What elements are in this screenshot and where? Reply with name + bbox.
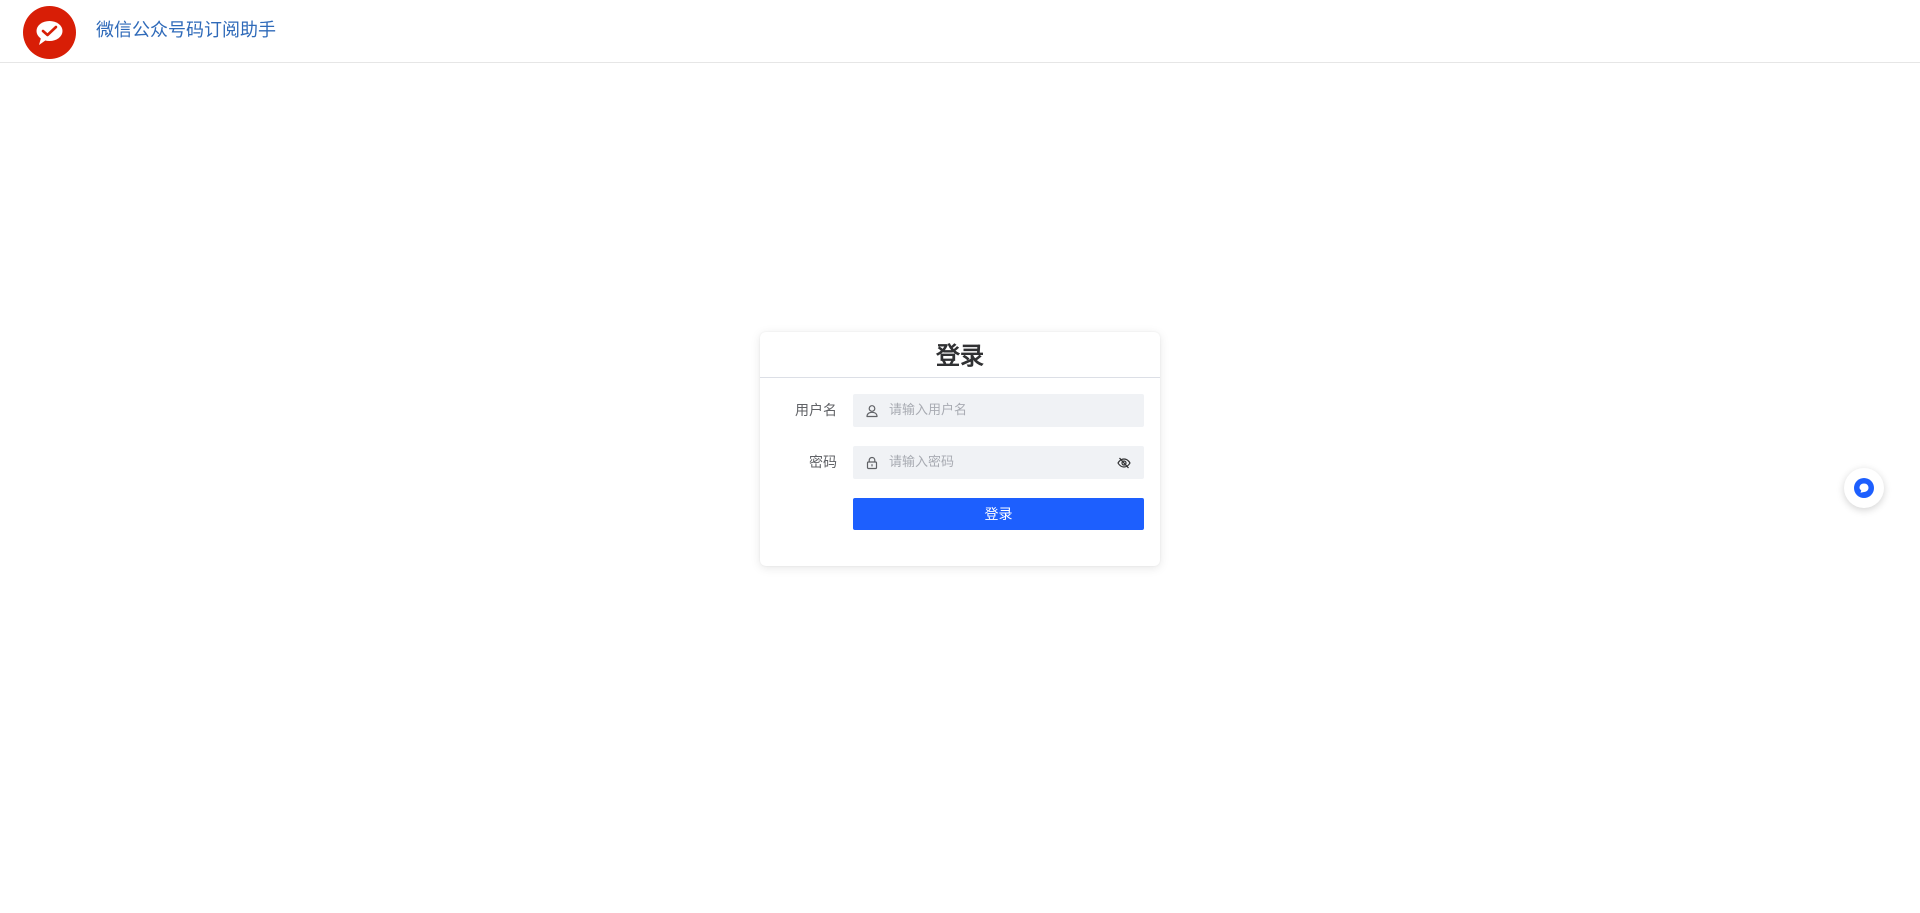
chat-bubble-icon bbox=[1854, 478, 1874, 498]
wechat-logo-icon bbox=[36, 21, 63, 45]
app-logo[interactable] bbox=[23, 6, 76, 59]
username-label: 用户名 bbox=[795, 403, 837, 419]
username-field[interactable] bbox=[853, 394, 1144, 427]
password-label: 密码 bbox=[809, 455, 837, 471]
user-icon bbox=[866, 405, 878, 418]
login-button[interactable]: 登录 bbox=[853, 498, 1144, 530]
login-card: 登录 用户名 密码 登录 bbox=[760, 332, 1160, 566]
login-card-header: 登录 bbox=[760, 332, 1160, 378]
floating-chat-button[interactable] bbox=[1844, 468, 1884, 508]
username-input[interactable] bbox=[889, 394, 1109, 427]
app-title: 微信公众号码订阅助手 bbox=[96, 20, 276, 41]
password-field[interactable] bbox=[853, 446, 1144, 479]
lock-icon bbox=[866, 456, 878, 470]
eye-off-icon[interactable] bbox=[1117, 456, 1131, 470]
login-title: 登录 bbox=[936, 342, 984, 370]
top-header: 微信公众号码订阅助手 bbox=[0, 0, 1920, 63]
password-input[interactable] bbox=[889, 446, 1109, 479]
